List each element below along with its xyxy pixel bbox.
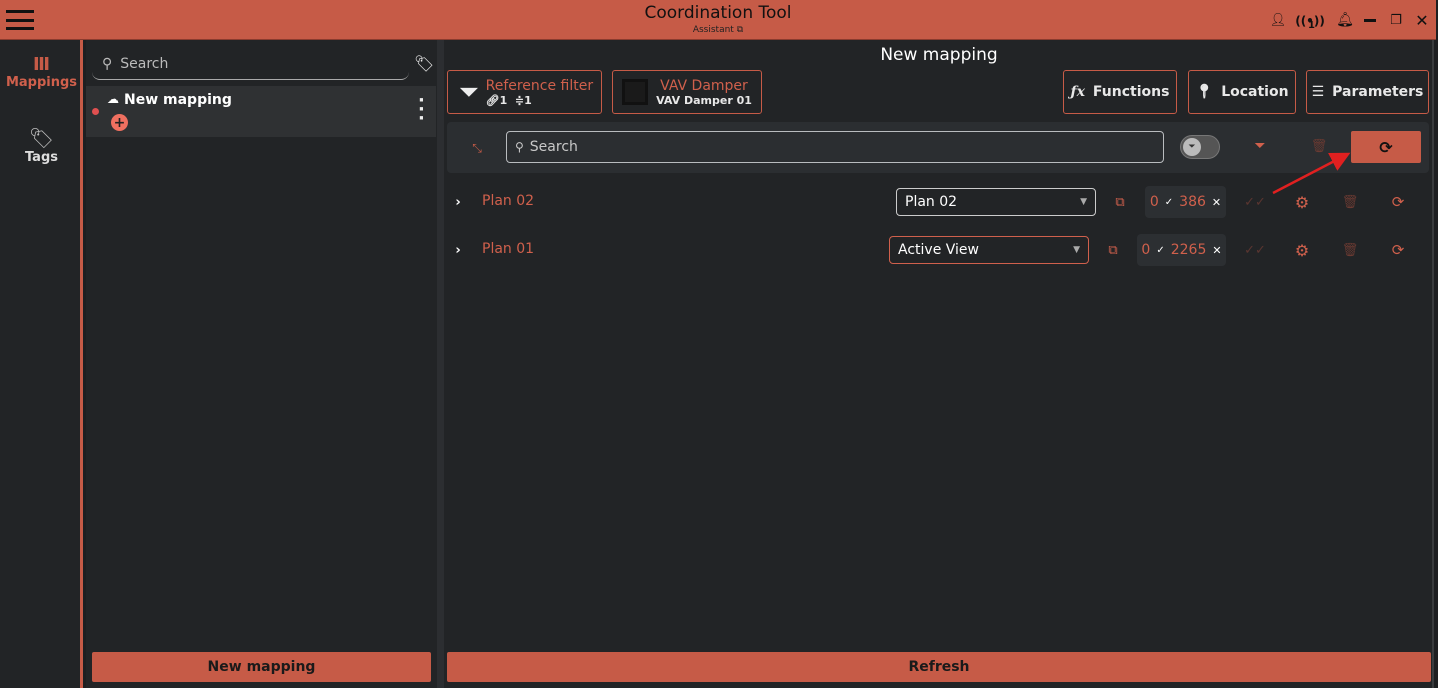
annotation-arrow (0, 0, 1438, 688)
